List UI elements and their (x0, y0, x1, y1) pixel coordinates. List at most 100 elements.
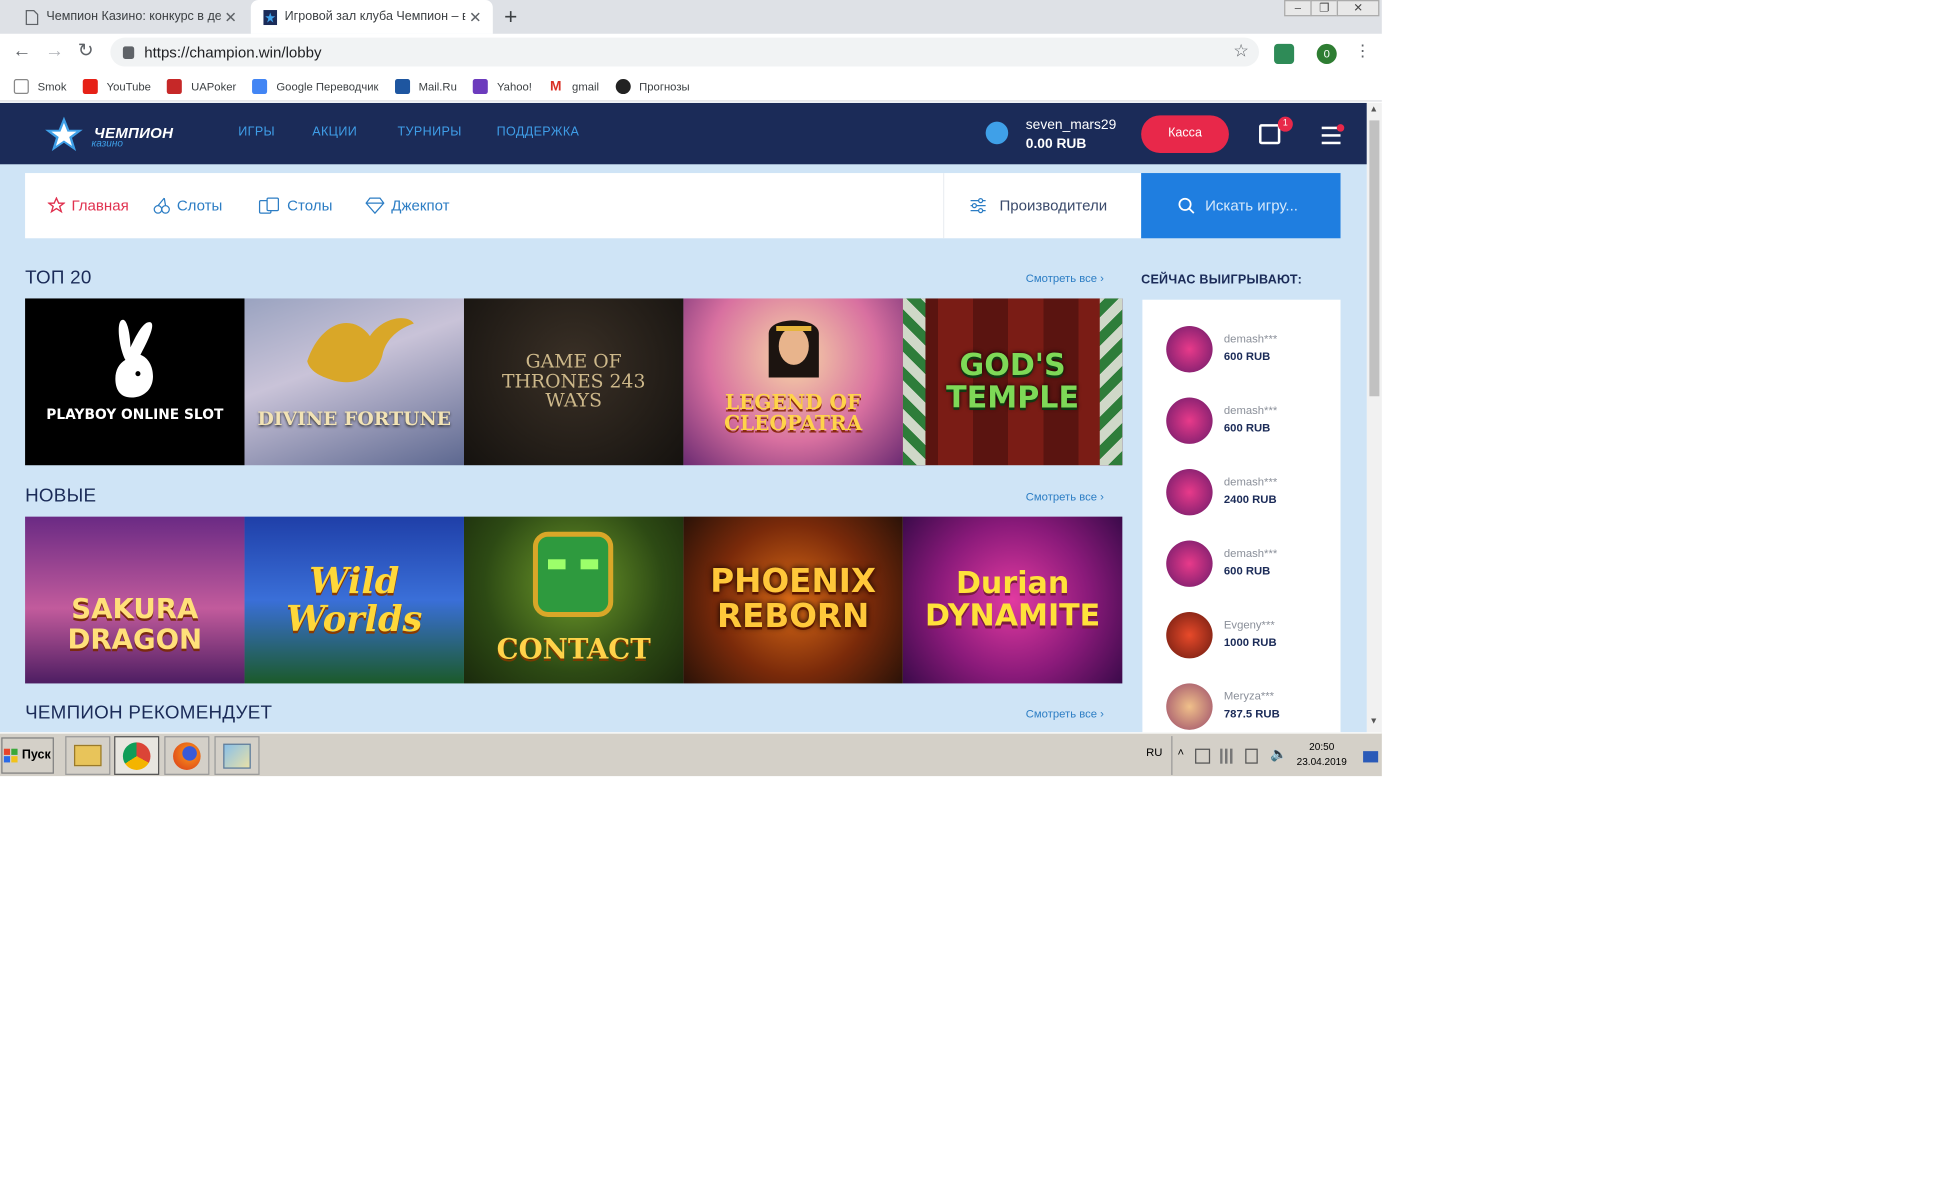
network-error-icon[interactable] (1195, 748, 1211, 764)
windows-logo-icon (4, 748, 19, 762)
bookmark-label: UAPoker (191, 79, 237, 93)
category-slots[interactable]: Слоты (153, 173, 222, 238)
new-tab-button[interactable]: + (504, 5, 517, 28)
winner-item[interactable]: Evgeny*** 1000 RUB (1166, 609, 1335, 659)
firefox-icon (173, 741, 201, 770)
bookmark-mailru[interactable]: Mail.Ru (394, 78, 457, 94)
nav-support[interactable]: ПОДДЕРЖКА (497, 125, 580, 139)
casino-lobby-page: ЧЕМПИОН казино ИГРЫ АКЦИИ ТУРНИРЫ ПОДДЕР… (0, 102, 1367, 733)
bookmark-translate[interactable]: Google Переводчик (252, 78, 378, 94)
back-icon[interactable]: ← (13, 41, 32, 61)
menu-dots-icon[interactable]: ⋮ (1354, 41, 1370, 61)
champion-favicon-icon (263, 9, 278, 25)
translate-extension-icon[interactable] (1274, 43, 1295, 64)
user-level-icon[interactable] (985, 121, 1009, 145)
winner-item[interactable]: demash*** 600 RUB (1166, 324, 1335, 374)
game-tile-divine-fortune[interactable]: DIVINE FORTUNE (244, 298, 464, 466)
game-tile-sakura-dragon[interactable]: SAKURA DRAGON (25, 516, 245, 684)
winner-item[interactable]: demash*** 600 RUB (1166, 395, 1335, 445)
cashier-button[interactable]: Касса (1141, 115, 1229, 153)
see-all-link[interactable]: Смотреть все › (1026, 272, 1104, 285)
category-tables[interactable]: Столы (258, 173, 332, 238)
nav-tournaments[interactable]: ТУРНИРЫ (398, 125, 462, 139)
game-title: Wild Worlds (286, 560, 423, 639)
game-tile-playboy[interactable]: PLAYBOY ONLINE SLOT (25, 298, 245, 466)
winners-title: СЕЙЧАС ВЫИГРЫВАЮТ: (1141, 273, 1303, 288)
winner-item[interactable]: demash*** 2400 RUB (1166, 466, 1335, 516)
taskbar-paint[interactable] (214, 736, 260, 775)
bookmark-uapoker[interactable]: UAPoker (167, 78, 237, 94)
taskbar-chrome[interactable] (114, 736, 160, 775)
signal-bars-icon[interactable] (1220, 748, 1236, 764)
see-all-link[interactable]: Смотреть все › (1026, 490, 1104, 503)
game-title: LEGEND OF CLEOPATRA (724, 389, 863, 435)
game-tile-game-of-thrones[interactable]: GAME OF THRONES 243 WAYS (463, 298, 684, 466)
reload-icon[interactable]: ↻ (78, 41, 94, 61)
see-all-link[interactable]: Смотреть все › (1026, 707, 1104, 720)
category-jackpot[interactable]: Джекпот (365, 173, 450, 238)
extension-badge-icon[interactable]: 0 (1316, 43, 1337, 64)
game-tile-cleopatra[interactable]: LEGEND OF CLEOPATRA (683, 298, 903, 466)
game-tile-durian-dynamite[interactable]: Durian DYNAMITE (902, 516, 1123, 684)
section-title-new: НОВЫЕ (25, 485, 97, 507)
username[interactable]: seven_mars29 (1026, 118, 1116, 133)
winner-name: Meryza*** (1223, 689, 1275, 703)
uapoker-icon (167, 78, 183, 94)
game-search-input[interactable]: Искать игру... (1141, 173, 1341, 239)
restore-button[interactable]: ❐ (1310, 0, 1339, 17)
language-indicator[interactable]: RU (1146, 746, 1162, 759)
taskbar-firefox[interactable] (164, 736, 210, 775)
tray-expand-icon[interactable]: ˄ (1178, 746, 1185, 759)
winner-item[interactable]: Meryza*** 787.5 RUB (1166, 681, 1335, 731)
tab-lobby[interactable]: Игровой зал клуба Чемпион – все ✕ (250, 0, 493, 34)
game-category-nav: Главная Слоты Столы Джекпот Производител… (25, 173, 1142, 239)
mayan-mask-icon (532, 531, 614, 617)
start-button[interactable]: Пуск (1, 737, 54, 774)
volume-icon[interactable]: 🔈 (1270, 746, 1287, 762)
winner-amount: 600 RUB (1223, 564, 1271, 577)
bookmark-label: Smok (37, 79, 67, 93)
page-scrollbar[interactable]: ▲ ▼ (1366, 102, 1382, 733)
device-icon[interactable] (1245, 748, 1258, 764)
bookmark-youtube[interactable]: YouTube (82, 78, 151, 94)
game-title: PLAYBOY ONLINE SLOT (46, 405, 224, 423)
scroll-up-icon[interactable]: ▲ (1369, 105, 1378, 114)
window-close-button[interactable]: ✕ (1336, 0, 1380, 17)
gift-icon[interactable] (1259, 124, 1281, 145)
close-icon[interactable]: ✕ (465, 8, 485, 26)
bookmark-prognozy[interactable]: Прогнозы (615, 78, 690, 94)
section-title-top20: ТОП 20 (25, 267, 92, 289)
game-tile-wild-worlds[interactable]: Wild Worlds (244, 516, 464, 684)
minimize-button[interactable]: – (1284, 0, 1312, 17)
lock-icon (122, 45, 135, 59)
game-tile-gods-temple[interactable]: GOD'S TEMPLE (902, 298, 1123, 466)
scroll-thumb[interactable] (1369, 120, 1380, 397)
star-icon (47, 196, 66, 214)
show-desktop-icon[interactable] (1363, 751, 1379, 763)
youtube-icon (82, 78, 98, 94)
winner-amount: 1000 RUB (1223, 635, 1277, 649)
tab-contest[interactable]: Чемпион Казино: конкурс в демо- ✕ (13, 0, 249, 34)
providers-filter-button[interactable]: Производители (969, 173, 1107, 238)
close-icon[interactable]: ✕ (221, 8, 241, 26)
address-bar[interactable]: https://champion.win/lobby ☆ (110, 37, 1260, 67)
bookmark-smok[interactable]: Smok (13, 78, 67, 94)
system-clock[interactable]: 20:50 23.04.2019 (1297, 740, 1347, 770)
game-tile-contact[interactable]: CONTACT (463, 516, 684, 684)
bookmark-yahoo[interactable]: Yahoo! (473, 78, 532, 94)
bookmark-gmail[interactable]: Mgmail (548, 78, 599, 94)
nav-promotions[interactable]: АКЦИИ (312, 125, 357, 139)
scroll-down-icon[interactable]: ▼ (1369, 717, 1378, 726)
game-tile-phoenix-reborn[interactable]: PHOENIX REBORN (683, 516, 903, 684)
filter-sliders-icon (970, 198, 986, 214)
winner-item[interactable]: demash*** 600 RUB (1166, 538, 1335, 588)
category-home[interactable]: Главная (47, 173, 129, 238)
nav-games[interactable]: ИГРЫ (238, 125, 275, 139)
forward-icon[interactable]: → (45, 41, 64, 61)
bookmark-star-icon[interactable]: ☆ (1233, 40, 1249, 61)
game-avatar (1166, 540, 1213, 587)
folder-icon (73, 744, 102, 767)
cards-icon (258, 197, 280, 214)
taskbar-explorer[interactable] (65, 736, 111, 775)
google-translate-icon (252, 78, 268, 94)
